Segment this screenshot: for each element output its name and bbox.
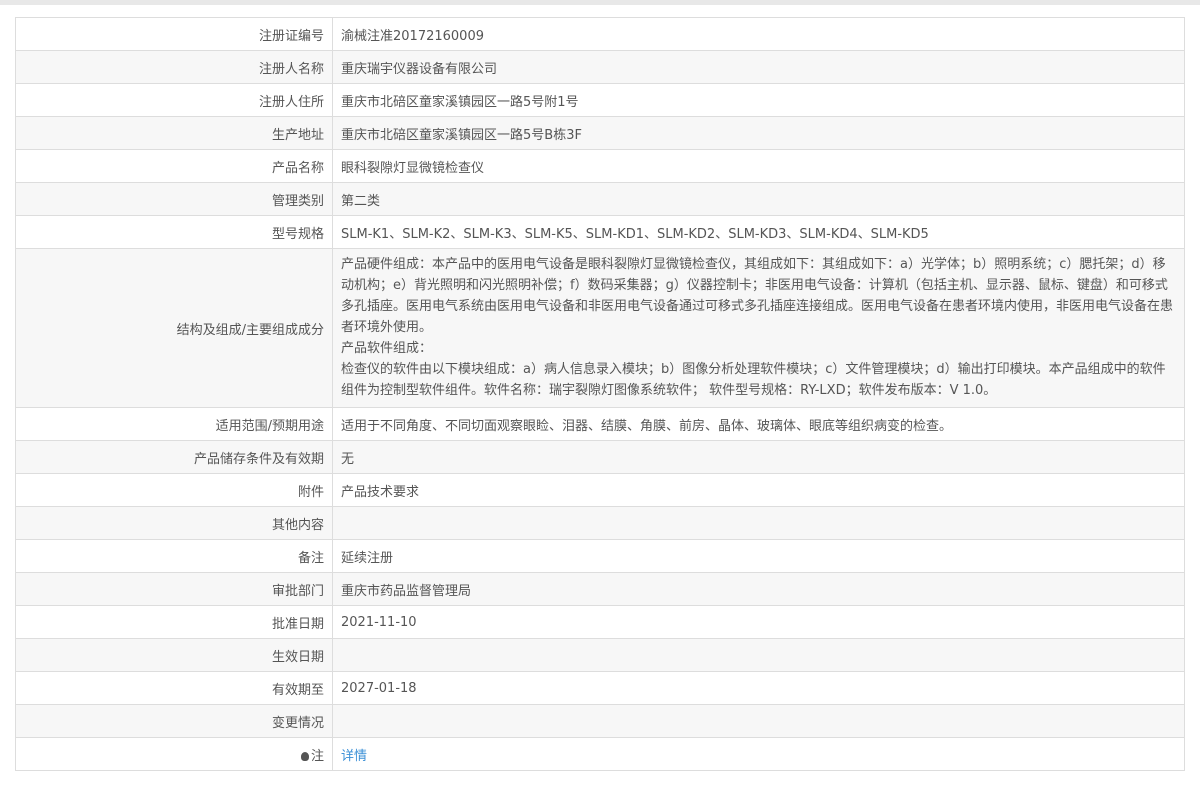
field-value: 产品技术要求 xyxy=(332,473,1185,507)
table-row-b8: 有效期至 2027-01-18 xyxy=(15,671,1185,705)
field-value: SLM-K1、SLM-K2、SLM-K3、SLM-K5、SLM-KD1、SLM-… xyxy=(332,215,1185,249)
table-row-b5: 审批部门 重庆市药品监督管理局 xyxy=(15,572,1185,606)
table-row-b7: 生效日期 xyxy=(15,638,1185,672)
field-value: 渝械注准20172160009 xyxy=(332,17,1185,51)
table-row-0: 注册证编号 渝械注准20172160009 xyxy=(15,17,1185,51)
note-label: 注 xyxy=(310,748,324,764)
table-row-b9: 变更情况 xyxy=(15,704,1185,738)
field-label: 注册人住所 xyxy=(15,83,333,117)
table-row-b6: 批准日期 2021-11-10 xyxy=(15,605,1185,639)
table-row-3: 生产地址 重庆市北碚区童家溪镇园区一路5号B栋3F xyxy=(15,116,1185,150)
structure-paragraph: 检查仪的软件由以下模块组成：a）病人信息录入模块；b）图像分析处理软件模块；c）… xyxy=(341,362,1166,398)
table-row-structure: 结构及组成/主要组成成分 产品硬件组成：本产品中的医用电气设备是眼科裂隙灯显微镜检… xyxy=(15,248,1185,408)
field-label: 生效日期 xyxy=(15,638,333,672)
table-row-b0: 适用范围/预期用途 适用于不同角度、不同切面观察眼睑、泪器、结膜、角膜、前房、晶体… xyxy=(15,407,1185,441)
field-label: 生产地址 xyxy=(15,116,333,150)
table-row-b3: 其他内容 xyxy=(15,506,1185,540)
field-value: 详情 xyxy=(332,737,1185,771)
field-label: 注册人名称 xyxy=(15,50,333,84)
field-value: 第二类 xyxy=(332,182,1185,216)
field-label: 变更情况 xyxy=(15,704,333,738)
field-value: 无 xyxy=(332,440,1185,474)
field-value xyxy=(332,704,1185,738)
table-row-6: 型号规格 SLM-K1、SLM-K2、SLM-K3、SLM-K5、SLM-KD1、… xyxy=(15,215,1185,249)
field-value: 眼科裂隙灯显微镜检查仪 xyxy=(332,149,1185,183)
table-row-b1: 产品储存条件及有效期无 xyxy=(15,440,1185,474)
field-value: 重庆瑞宇仪器设备有限公司 xyxy=(332,50,1185,84)
field-value xyxy=(332,506,1185,540)
table-row-2: 注册人住所 重庆市北碚区童家溪镇园区一路5号附1号 xyxy=(15,83,1185,117)
table-row-1: 注册人名称 重庆瑞宇仪器设备有限公司 xyxy=(15,50,1185,84)
field-label: 型号规格 xyxy=(15,215,333,249)
field-label: 附件 xyxy=(15,473,333,507)
field-label: 批准日期 xyxy=(15,605,333,639)
table-row-5: 管理类别 第二类 xyxy=(15,182,1185,216)
registration-detail-table: 注册证编号 渝械注准20172160009 注册人名称 重庆瑞宇仪器设备有限公司 注册人… xyxy=(15,17,1185,771)
table-row-note: 注 详情 xyxy=(15,737,1185,771)
field-value xyxy=(332,638,1185,672)
field-value: 适用于不同角度、不同切面观察眼睑、泪器、结膜、角膜、前房、晶体、玻璃体、眼底等组… xyxy=(332,407,1185,441)
field-label: 审批部门 xyxy=(15,572,333,606)
structure-paragraph: 产品硬件组成：本产品中的医用电气设备是眼科裂隙灯显微镜检查仪，其组成如下：其组成… xyxy=(341,257,1174,335)
lightbulb-icon xyxy=(300,751,309,761)
field-label: 注 xyxy=(15,737,333,771)
field-label: 有效期至 xyxy=(15,671,333,705)
field-value: 2021-11-10 xyxy=(332,605,1185,639)
field-label: 产品储存条件及有效期 xyxy=(15,440,333,474)
top-bar xyxy=(0,0,1200,5)
table-row-b2: 附件 产品技术要求 xyxy=(15,473,1185,507)
field-label: 适用范围/预期用途 xyxy=(15,407,333,441)
field-value: 重庆市北碚区童家溪镇园区一路5号B栋3F xyxy=(332,116,1185,150)
field-label: 结构及组成/主要组成成分 xyxy=(15,248,333,408)
field-label: 管理类别 xyxy=(15,182,333,216)
field-label: 注册证编号 xyxy=(15,17,333,51)
field-label: 其他内容 xyxy=(15,506,333,540)
field-value: 产品硬件组成：本产品中的医用电气设备是眼科裂隙灯显微镜检查仪，其组成如下：其组成… xyxy=(332,248,1185,408)
field-label: 备注 xyxy=(15,539,333,573)
structure-paragraph: 产品软件组成： xyxy=(341,341,433,356)
field-value: 延续注册 xyxy=(332,539,1185,573)
field-label: 产品名称 xyxy=(15,149,333,183)
field-value: 重庆市药品监督管理局 xyxy=(332,572,1185,606)
table-row-b4: 备注 延续注册 xyxy=(15,539,1185,573)
table-row-4: 产品名称 眼科裂隙灯显微镜检查仪 xyxy=(15,149,1185,183)
field-value: 2027-01-18 xyxy=(332,671,1185,705)
details-link[interactable]: 详情 xyxy=(341,749,367,764)
field-value: 重庆市北碚区童家溪镇园区一路5号附1号 xyxy=(332,83,1185,117)
